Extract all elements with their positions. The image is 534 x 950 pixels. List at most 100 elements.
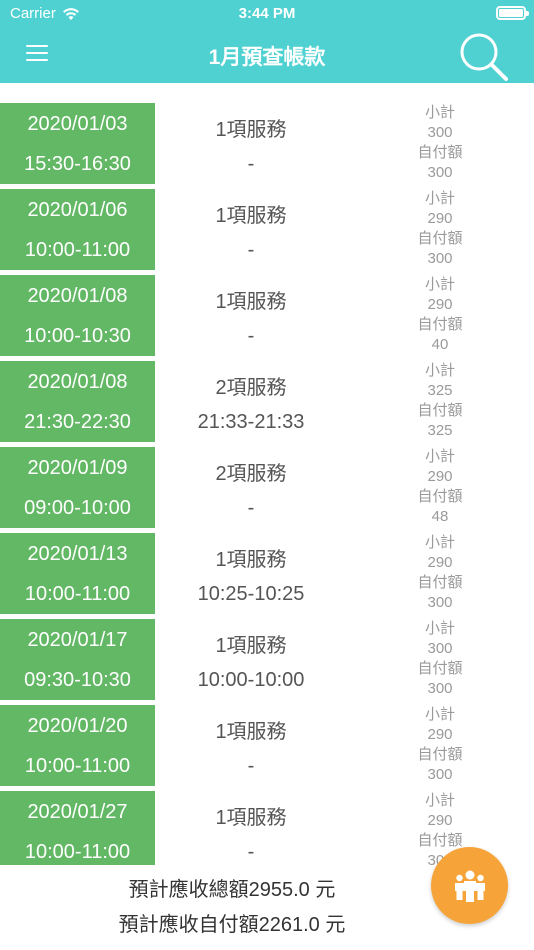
visit-date: 2020/01/03	[27, 113, 128, 135]
self-pay-label: 自付額	[417, 402, 463, 419]
actual-time: 21:33-21:33	[197, 411, 305, 433]
amount-block: 小計 290 自付額 40	[390, 275, 490, 355]
list-item[interactable]: 2020/01/09 09:00-10:00 2項服務 - 小計 290 自付額…	[0, 447, 534, 528]
date-time-box[interactable]: 2020/01/06 10:00-11:00	[0, 189, 155, 270]
list-item[interactable]: 2020/01/17 09:30-10:30 1項服務 10:00-10:00 …	[0, 619, 534, 700]
date-time-box[interactable]: 2020/01/08 10:00-10:30	[0, 275, 155, 356]
search-icon[interactable]	[458, 31, 510, 83]
subtotal-value: 290	[427, 468, 453, 485]
actual-time: -	[247, 325, 255, 347]
visit-date: 2020/01/20	[27, 715, 128, 737]
group-action-button[interactable]	[431, 847, 508, 924]
self-pay-value: 300	[427, 164, 453, 181]
visit-date: 2020/01/06	[27, 199, 128, 221]
visit-date: 2020/01/08	[27, 285, 128, 307]
list-item[interactable]: 2020/01/08 10:00-10:30 1項服務 - 小計 290 自付額…	[0, 275, 534, 356]
self-pay-label: 自付額	[417, 316, 463, 333]
service-count: 1項服務	[215, 291, 287, 313]
service-count: 1項服務	[215, 721, 287, 743]
service-count: 1項服務	[215, 635, 287, 657]
amount-block: 小計 290 自付額 300	[390, 189, 490, 269]
self-pay-value: 300	[427, 766, 453, 783]
actual-time: -	[247, 497, 255, 519]
self-pay-label: 自付額	[417, 488, 463, 505]
subtotal-value: 290	[427, 726, 453, 743]
actual-time: 10:00-10:00	[197, 669, 305, 691]
subtotal-value: 325	[427, 382, 453, 399]
service-count: 1項服務	[215, 119, 287, 141]
date-time-box[interactable]: 2020/01/09 09:00-10:00	[0, 447, 155, 528]
date-time-box[interactable]: 2020/01/08 21:30-22:30	[0, 361, 155, 442]
amount-block: 小計 290 自付額 48	[390, 447, 490, 527]
date-time-box[interactable]: 2020/01/20 10:00-11:00	[0, 705, 155, 786]
self-pay-value: 300	[427, 250, 453, 267]
subtotal-label: 小計	[424, 104, 455, 121]
self-pay-label: 自付額	[417, 144, 463, 161]
self-pay-label: 自付額	[417, 660, 463, 677]
visit-time: 10:00-11:00	[24, 583, 131, 605]
date-time-box[interactable]: 2020/01/17 09:30-10:30	[0, 619, 155, 700]
list-item[interactable]: 2020/01/13 10:00-11:00 1項服務 10:25-10:25 …	[0, 533, 534, 614]
list-item[interactable]: 2020/01/06 10:00-11:00 1項服務 - 小計 290 自付額…	[0, 189, 534, 270]
subtotal-label: 小計	[424, 362, 455, 379]
self-pay-value: 325	[427, 422, 453, 439]
subtotal-label: 小計	[424, 276, 455, 293]
self-pay-label: 自付額	[417, 574, 463, 591]
visit-time: 21:30-22:30	[24, 411, 131, 433]
date-time-box[interactable]: 2020/01/13 10:00-11:00	[0, 533, 155, 614]
self-pay-value: 300	[427, 594, 453, 611]
subtotal-label: 小計	[424, 190, 455, 207]
visit-date: 2020/01/27	[27, 801, 128, 823]
list-item[interactable]: 2020/01/08 21:30-22:30 2項服務 21:33-21:33 …	[0, 361, 534, 442]
service-count: 1項服務	[215, 205, 287, 227]
billing-list[interactable]: 2020/01/03 15:30-16:30 1項服務 - 小計 300 自付額…	[0, 103, 534, 865]
status-time: 3:44 PM	[238, 5, 296, 22]
subtotal-value: 290	[427, 210, 453, 227]
subtotal-label: 小計	[424, 620, 455, 637]
actual-time: -	[247, 755, 255, 777]
visit-date: 2020/01/09	[27, 457, 128, 479]
date-time-box[interactable]: 2020/01/27 10:00-11:00	[0, 791, 155, 865]
subtotal-label: 小計	[424, 534, 455, 551]
subtotal-value: 300	[427, 124, 453, 141]
visit-time: 09:00-10:00	[24, 497, 131, 519]
actual-time: -	[247, 239, 255, 261]
visit-time: 10:00-11:00	[24, 755, 131, 777]
service-count: 2項服務	[215, 377, 287, 399]
list-item[interactable]: 2020/01/03 15:30-16:30 1項服務 - 小計 300 自付額…	[0, 103, 534, 184]
visit-date: 2020/01/08	[27, 371, 128, 393]
subtotal-label: 小計	[424, 792, 455, 809]
self-pay-value: 300	[427, 680, 453, 697]
self-pay-label: 自付額	[417, 230, 463, 247]
service-count: 1項服務	[215, 549, 287, 571]
amount-block: 小計 300 自付額 300	[390, 103, 490, 183]
status-bar: Carrier 3:44 PM	[0, 0, 534, 28]
subtotal-value: 290	[427, 296, 453, 313]
date-time-box[interactable]: 2020/01/03 15:30-16:30	[0, 103, 155, 184]
amount-block: 小計 300 自付額 300	[390, 619, 490, 699]
subtotal-label: 小計	[424, 448, 455, 465]
self-pay-value: 48	[431, 508, 449, 525]
total-self-pay: 預計應收自付額2261.0 元	[118, 914, 346, 936]
group-people-icon	[455, 870, 485, 902]
page-title: 1月預查帳款	[208, 46, 326, 69]
visit-time: 10:00-11:00	[24, 841, 131, 863]
service-count: 2項服務	[215, 463, 287, 485]
amount-block: 小計 290 自付額 300	[390, 705, 490, 785]
visit-time: 09:30-10:30	[24, 669, 131, 691]
list-item[interactable]: 2020/01/20 10:00-11:00 1項服務 - 小計 290 自付額…	[0, 705, 534, 786]
self-pay-value: 40	[431, 336, 449, 353]
amount-block: 小計 325 自付額 325	[390, 361, 490, 441]
battery-icon	[496, 6, 529, 20]
visit-time: 10:00-11:00	[24, 239, 131, 261]
actual-time: -	[247, 153, 255, 175]
subtotal-value: 290	[427, 554, 453, 571]
subtotal-label: 小計	[424, 706, 455, 723]
visit-time: 10:00-10:30	[24, 325, 131, 347]
top-bar: Carrier 3:44 PM 1月預查帳款	[0, 0, 534, 83]
subtotal-value: 300	[427, 640, 453, 657]
subtotal-value: 290	[427, 812, 453, 829]
actual-time: 10:25-10:25	[197, 583, 305, 605]
visit-time: 15:30-16:30	[24, 153, 131, 175]
visit-date: 2020/01/13	[27, 543, 128, 565]
